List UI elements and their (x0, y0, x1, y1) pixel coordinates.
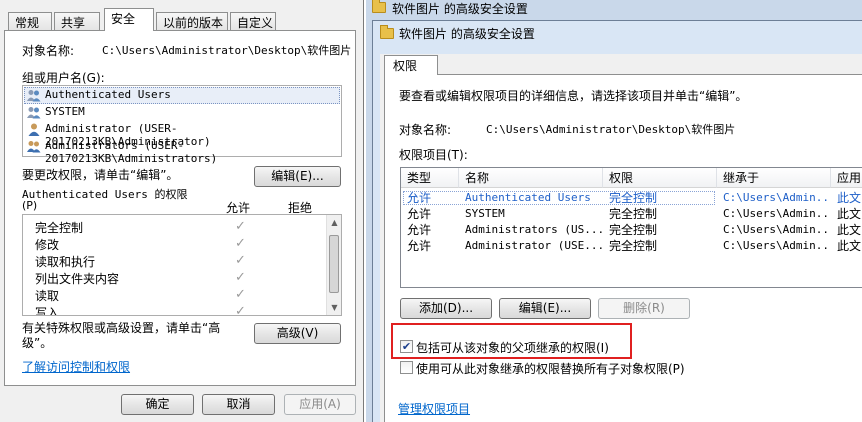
permission-name: 写入 (35, 306, 60, 316)
background-window-title: 软件图片 的高级安全设置 (392, 2, 528, 16)
users-icon (27, 140, 41, 156)
cell-permission: 完全控制 (609, 207, 658, 221)
permission-name: 完全控制 (35, 221, 84, 235)
row-focus-outline (403, 191, 715, 205)
column-header-type[interactable]: 类型 (401, 168, 459, 188)
users-icon (27, 106, 41, 122)
replace-child-checkbox[interactable] (400, 361, 413, 374)
cancel-button[interactable]: 取消 (202, 394, 275, 415)
user-icon (28, 123, 40, 139)
permission-list[interactable]: 完全控制 ✓ 修改 ✓ 读取和执行 ✓ 列出文件夹内容 ✓ 读取 ✓ 写入 ✓ … (22, 214, 342, 316)
scroll-thumb[interactable] (329, 235, 339, 293)
tab-permissions[interactable]: 权限 (384, 55, 438, 75)
edit-button[interactable]: 编辑(E)... (254, 166, 341, 187)
learn-access-control-link[interactable]: 了解访问控制和权限 (22, 358, 130, 375)
cell-applies-to: 此文 (837, 223, 862, 237)
special-permissions-text: 有关特殊权限或高级设置，请单击“高级”。 (22, 321, 221, 350)
cell-applies-to: 此文 (837, 239, 862, 253)
cell-inherited-from: C:\Users\Admin... (723, 207, 831, 220)
cell-permission: 完全控制 (609, 239, 658, 253)
permission-entries-label: 权限项目(T): (399, 148, 468, 162)
column-header-inherited-from[interactable]: 继承于 (717, 168, 831, 188)
apply-button[interactable]: 应用(A) (284, 394, 356, 415)
column-header-permission[interactable]: 权限 (603, 168, 717, 188)
tab-general[interactable]: 常规 (8, 12, 52, 31)
tab-customize[interactable]: 自定义 (230, 12, 276, 31)
list-item[interactable]: Authenticated Users (45, 88, 171, 101)
inherit-checkbox-label[interactable]: 包括可从该对象的父项继承的权限(I) (416, 339, 609, 356)
table-row[interactable]: 允许 SYSTEM 完全控制 C:\Users\Admin... 此文 (401, 206, 862, 222)
replace-child-checkbox-label[interactable]: 使用可从此对象继承的权限替换所有子对象权限(P) (416, 360, 685, 377)
folder-icon (380, 25, 394, 39)
intro-text: 要查看或编辑权限项目的详细信息，请选择该项目并单击“编辑”。 (399, 89, 748, 103)
object-name-value: C:\Users\Administrator\Desktop\软件图片 (486, 123, 736, 136)
ok-button[interactable]: 确定 (121, 394, 194, 415)
allow-check-icon: ✓ (235, 219, 246, 234)
column-header-applies-to[interactable]: 应用 (831, 168, 862, 188)
allow-check-icon: ✓ (235, 236, 246, 251)
permission-name: 读取和执行 (35, 255, 96, 269)
cell-permission: 完全控制 (609, 223, 658, 237)
cell-type: 允许 (407, 207, 432, 221)
object-name-label: 对象名称: (399, 123, 452, 137)
allow-check-icon: ✓ (235, 270, 246, 285)
window-title: 软件图片 的高级安全设置 (399, 27, 535, 41)
permissions-for-user: Authenticated Users 的权限 (22, 188, 188, 201)
manage-permission-entries-link[interactable]: 管理权限项目 (398, 400, 470, 417)
user-list[interactable]: Authenticated Users SYSTEM Administrator… (22, 85, 342, 165)
permission-name: 列出文件夹内容 (35, 272, 120, 286)
cell-name: Administrator (USE... (465, 239, 603, 252)
list-item[interactable]: SYSTEM (45, 105, 85, 118)
group-label: 组或用户名(G): (22, 71, 105, 85)
remove-button[interactable]: 删除(R) (598, 298, 690, 319)
cell-type: 允许 (407, 223, 432, 237)
scroll-down-icon[interactable]: ▼ (327, 300, 341, 315)
permission-name: 修改 (35, 238, 60, 252)
advanced-button[interactable]: 高级(V) (254, 323, 341, 344)
tab-previous-versions[interactable]: 以前的版本 (156, 12, 228, 31)
edit-entry-button[interactable]: 编辑(E)... (499, 298, 591, 319)
cell-inherited-from: C:\Users\Admin... (723, 239, 831, 252)
object-name-value: C:\Users\Administrator\Desktop\软件图片 (102, 44, 352, 57)
inherit-checkbox[interactable]: ✔ (400, 340, 413, 353)
allow-check-icon: ✓ (235, 253, 246, 268)
permission-name: 读取 (35, 289, 60, 303)
permission-scrollbar[interactable]: ▲ ▼ (326, 215, 341, 315)
allow-check-icon: ✓ (235, 304, 246, 316)
users-icon (27, 89, 41, 105)
cell-inherited-from: C:\Users\Admin... (723, 191, 831, 204)
cell-applies-to: 此文 (837, 207, 862, 221)
cell-name: Administrators (US... (465, 223, 603, 236)
permissions-for-suffix: (P) (22, 199, 38, 212)
object-name-label: 对象名称: (22, 44, 75, 58)
cell-applies-to: 此文 (837, 191, 862, 205)
cell-type: 允许 (407, 239, 432, 253)
permission-entries-table[interactable]: 类型 名称 权限 继承于 应用 允许 Authenticated Users 完… (400, 167, 862, 288)
table-row[interactable]: 允许 Administrators (US... 完全控制 C:\Users\A… (401, 222, 862, 238)
folder-icon (372, 0, 386, 13)
change-permission-text: 要更改权限，请单击“编辑”。 (22, 168, 179, 182)
tab-security[interactable]: 安全 (104, 8, 154, 31)
allow-check-icon: ✓ (235, 287, 246, 302)
column-header-name[interactable]: 名称 (459, 168, 603, 188)
add-button[interactable]: 添加(D)... (400, 298, 492, 319)
cell-name: SYSTEM (465, 207, 505, 220)
permissions-for-label: Authenticated Users 的权限 (22, 186, 187, 202)
list-item[interactable]: Administrators (USER-20170213KB\Administ… (45, 139, 341, 165)
properties-dialog: 常规 共享 安全 以前的版本 自定义 对象名称: C:\Users\Admini… (0, 0, 364, 422)
cell-inherited-from: C:\Users\Admin... (723, 223, 831, 236)
table-row[interactable]: 允许 Administrator (USE... 完全控制 C:\Users\A… (401, 238, 862, 254)
tab-sharing[interactable]: 共享 (54, 12, 100, 31)
scroll-up-icon[interactable]: ▲ (327, 215, 341, 230)
